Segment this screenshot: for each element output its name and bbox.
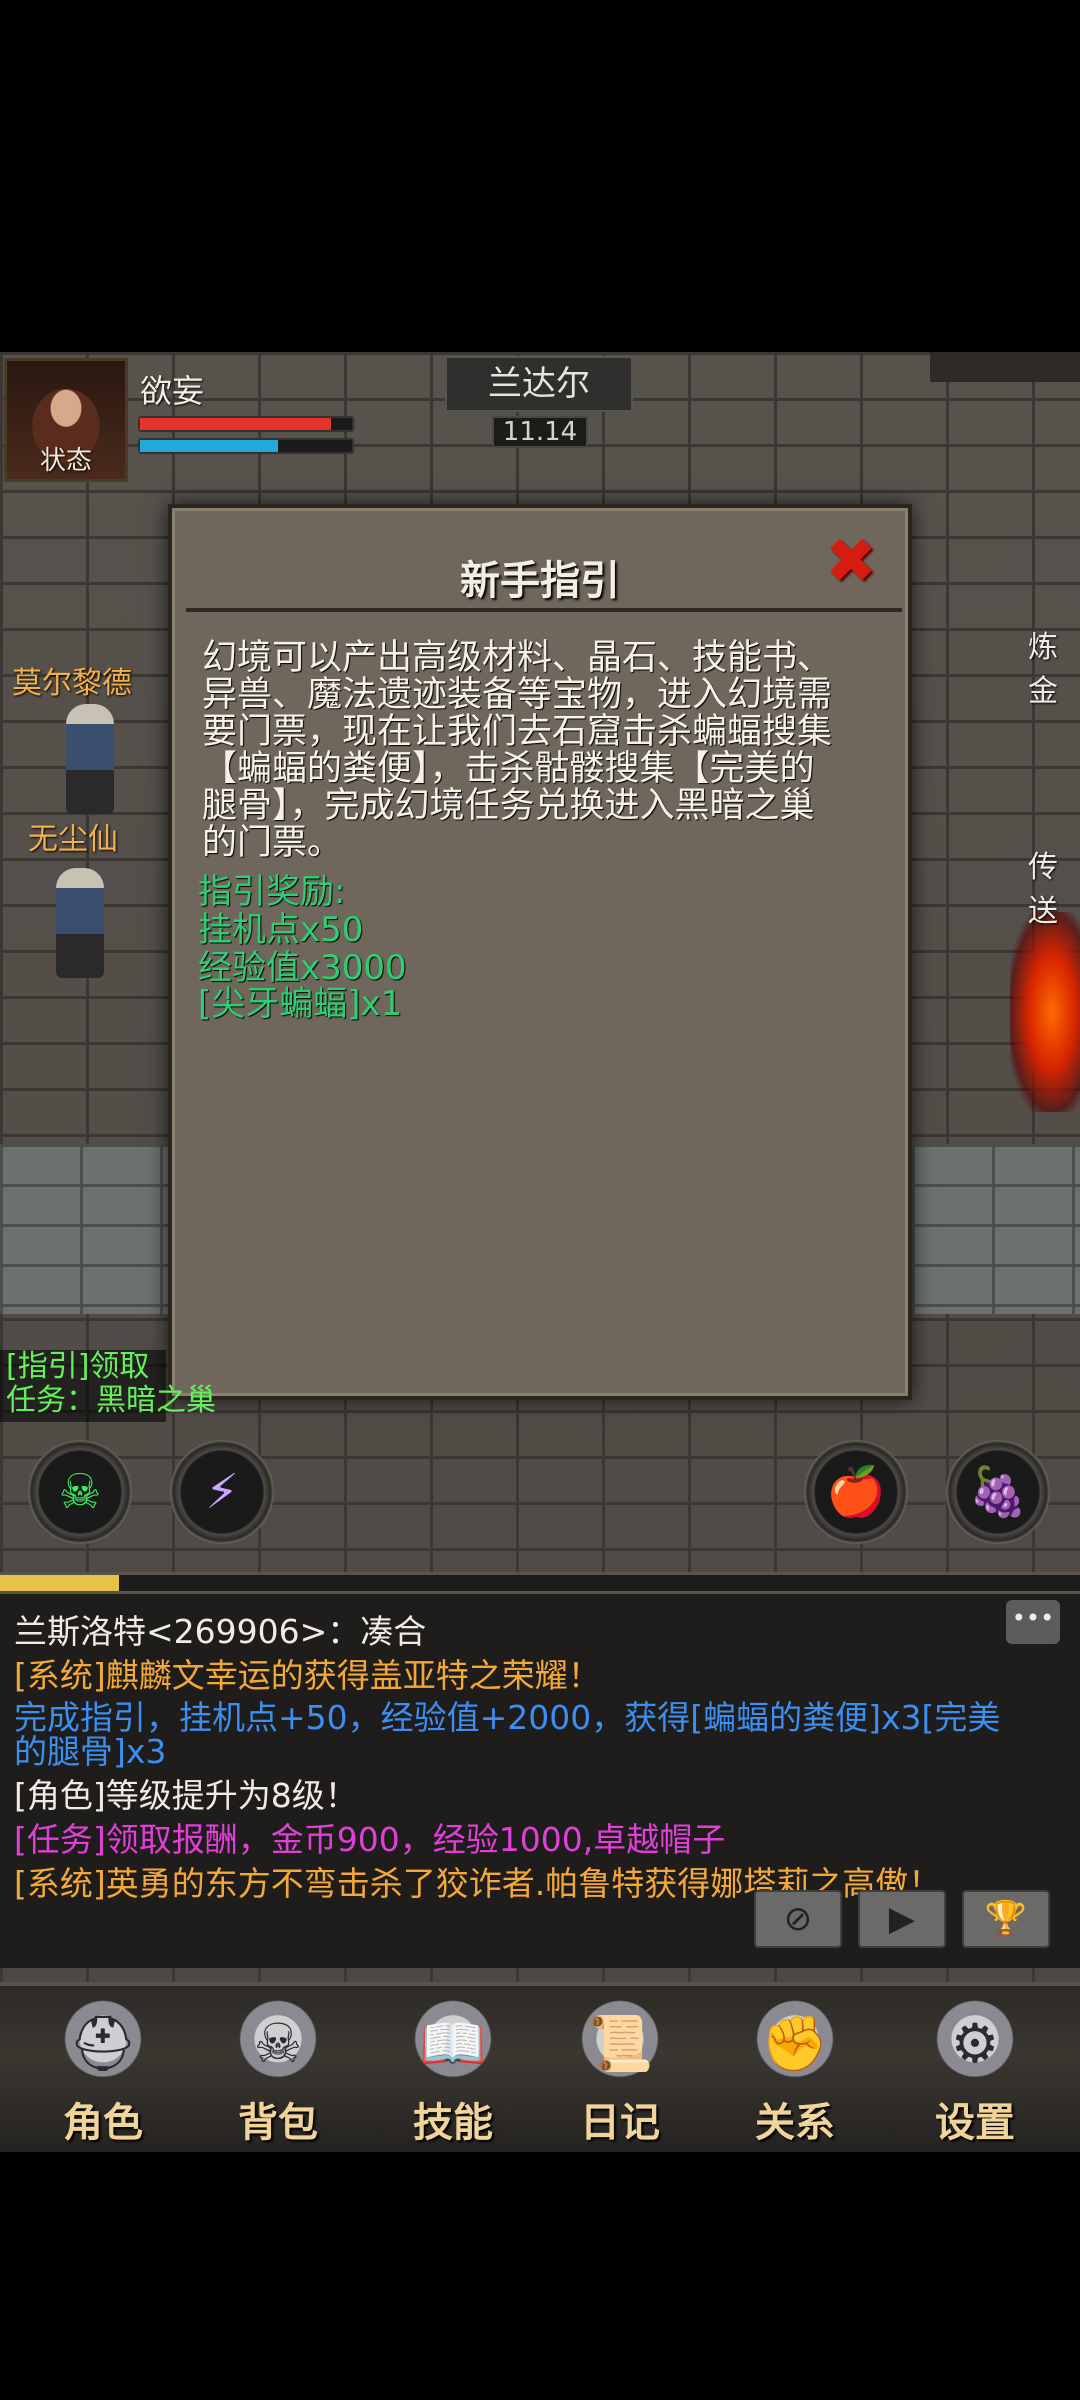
hp-fill	[140, 418, 331, 430]
dialog-divider	[186, 608, 902, 612]
exp-bar	[0, 1572, 1080, 1594]
nav-relations[interactable]: ✊ 关系	[720, 1986, 870, 2152]
npc-label[interactable]: 无尘仙	[28, 814, 118, 858]
nav-label: 日记	[580, 2100, 660, 2146]
nav-diary[interactable]: 📜 日记	[545, 1986, 695, 2152]
quest-line: [指引]领取	[6, 1349, 150, 1384]
item-glyph: 🍎	[826, 1464, 886, 1520]
mp-fill	[140, 440, 278, 452]
stone-wall-left	[0, 1144, 168, 1314]
nav-label: 关系	[755, 2100, 835, 2146]
chat-header: 兰斯洛特<269906>：凑合	[14, 1612, 427, 1651]
ctrl-glyph: ▶	[888, 1899, 916, 1939]
apple-icon[interactable]: 🍎	[804, 1440, 908, 1544]
nav-role[interactable]: ⛑ 角色	[28, 1986, 178, 2152]
player-name: 欲妄	[140, 372, 205, 410]
chat-message: [任务]领取报酬，金币900，经验1000,卓越帽子	[14, 1820, 726, 1859]
lightning-orb-icon[interactable]: ⚡	[170, 1440, 274, 1544]
dialog-body: 幻境可以产出高级材料、晶石、技能书、 异兽、魔法遗迹装备等宝物，进入幻境需 要门…	[202, 640, 888, 862]
npc-label[interactable]: 莫尔黎德	[12, 658, 132, 702]
scroll-icon: 📜	[568, 1992, 672, 2096]
close-icon[interactable]: ✖	[822, 530, 880, 592]
stone-wall-right	[912, 1144, 1080, 1314]
mp-bar	[138, 438, 354, 454]
chat-message: [系统]麒麟文幸运的获得盖亚特之荣耀！	[14, 1656, 601, 1695]
chat-message: 的腿骨]x3	[14, 1732, 167, 1771]
hp-bar	[138, 416, 354, 432]
compass-icon[interactable]: ⊘	[754, 1890, 842, 1948]
bottom-nav: ⛑ 角色 ☠ 背包 📖 技能 📜 日记 ✊ 关系 ⚙ 设置	[0, 1982, 1080, 2152]
fire-effect	[1010, 912, 1080, 1112]
dialog-body-line: 幻境可以产出高级材料、晶石、技能书、	[202, 638, 833, 678]
nav-skills[interactable]: 📖 技能	[378, 1986, 528, 2152]
chat-bubble-icon[interactable]: •••	[1006, 1600, 1060, 1644]
ctrl-glyph: ⊘	[783, 1899, 813, 1939]
quest-tracker[interactable]: [指引]领取 任务：黑暗之巢	[0, 1349, 216, 1422]
spellbook-icon: 📖	[401, 1992, 505, 2096]
reward-item: 经验值x3000	[198, 948, 407, 988]
game-scene[interactable]: 状态 欲妄 兰达尔 11.14 莫尔黎德 无尘仙 炼金 传送 新手指引 ✖ 幻境…	[0, 352, 1080, 2152]
skill-glyph: ⚡	[205, 1464, 239, 1520]
npc-label[interactable]: 传送	[1028, 842, 1080, 930]
map-coords: 11.14	[492, 416, 588, 448]
reward-item: 挂机点x50	[198, 910, 364, 950]
npc-figure[interactable]	[66, 704, 114, 814]
skill-glyph: ☠	[58, 1464, 102, 1520]
nav-label: 角色	[63, 2100, 143, 2146]
player-portrait[interactable]: 状态	[4, 358, 128, 482]
helmet-icon: ⛑	[51, 1992, 155, 2096]
map-name[interactable]: 兰达尔	[445, 356, 633, 412]
wall-shadow	[930, 352, 1080, 382]
reward-item[interactable]: [尖牙蝙蝠]x1	[198, 986, 402, 1023]
dialog-body-line: 腿骨】，完成幻境任务兑换进入黑暗之巢	[202, 786, 815, 826]
dialog-body-line: 要门票，现在让我们去石窟击杀蝙蝠搜集	[202, 712, 833, 752]
chat-message: [角色]等级提升为8级！	[14, 1776, 358, 1815]
nav-label: 背包	[238, 2100, 318, 2146]
guide-dialog: 新手指引 ✖ 幻境可以产出高级材料、晶石、技能书、 异兽、魔法遗迹装备等宝物，进…	[168, 504, 912, 1400]
gauntlets-icon: ✊	[743, 1992, 847, 2096]
chat-message: 完成指引，挂机点+50，经验值+2000，获得[蝙蝠的粪便]x3[完美	[14, 1698, 1001, 1737]
reward-title: 指引奖励:	[198, 872, 346, 912]
nav-label: 技能	[413, 2100, 493, 2146]
npc-figure[interactable]	[56, 868, 104, 978]
npc-label[interactable]: 炼金	[1028, 622, 1080, 710]
dialog-body-line: 异兽、魔法遗迹装备等宝物，进入幻境需	[202, 675, 833, 715]
nav-backpack[interactable]: ☠ 背包	[203, 1986, 353, 2152]
nav-label: 设置	[935, 2100, 1015, 2146]
status-label: 状态	[39, 446, 92, 476]
gears-icon: ⚙	[923, 1992, 1027, 2096]
nav-settings[interactable]: ⚙ 设置	[900, 1986, 1050, 2152]
item-glyph: 🍇	[968, 1464, 1028, 1520]
ctrl-glyph: 🏆	[984, 1899, 1028, 1939]
backpack-icon: ☠	[226, 1992, 330, 2096]
quest-line: 任务：黑暗之巢	[6, 1383, 216, 1418]
toxic-skull-icon[interactable]: ☠	[28, 1440, 132, 1544]
dialog-title: 新手指引	[460, 558, 620, 604]
dialog-body-line: 的门票。	[202, 823, 343, 863]
dialog-body-line: 【蝙蝠的粪便】，击杀骷髅搜集【完美的	[202, 749, 815, 789]
exp-fill	[0, 1575, 119, 1591]
grapes-icon[interactable]: 🍇	[946, 1440, 1050, 1544]
trophy-icon[interactable]: 🏆	[962, 1890, 1050, 1948]
play-icon[interactable]: ▶	[858, 1890, 946, 1948]
